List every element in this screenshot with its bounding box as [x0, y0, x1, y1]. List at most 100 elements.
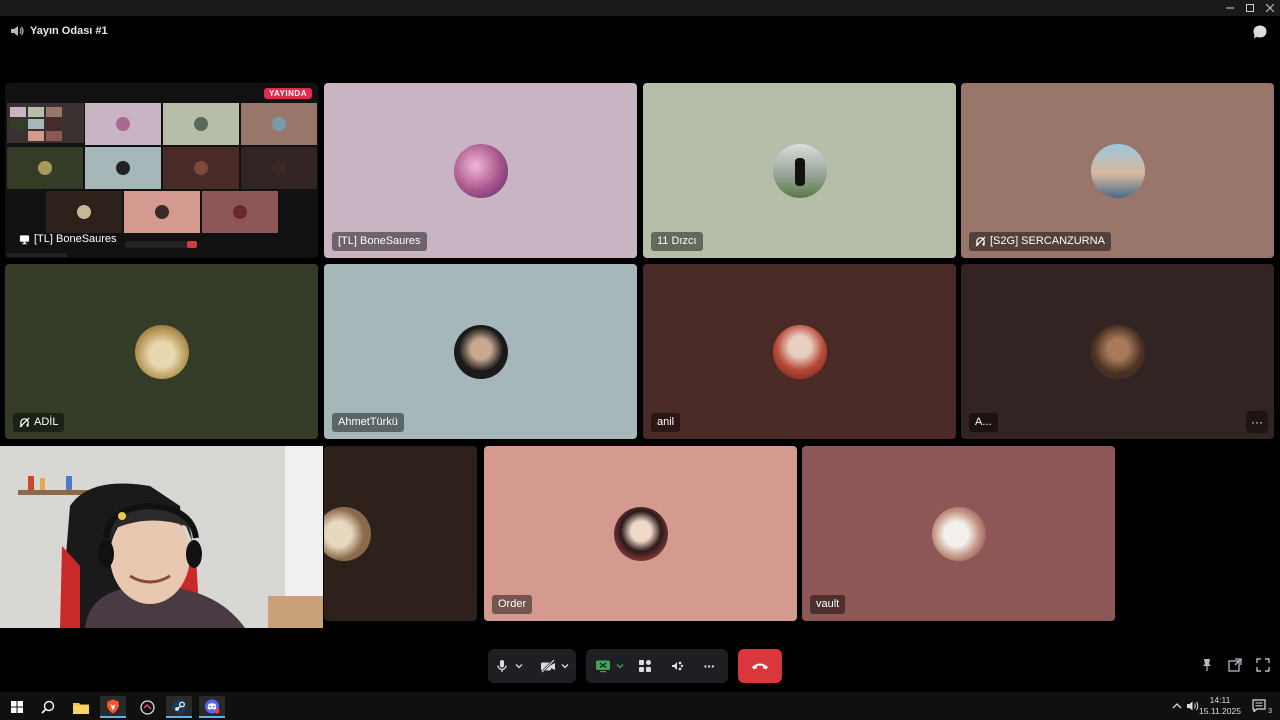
tile-name: ADİL [34, 416, 59, 428]
audio-video-controls [488, 649, 576, 683]
screen-share-icon [596, 660, 610, 673]
window-controls [1220, 0, 1280, 16]
disconnect-button[interactable] [738, 649, 782, 683]
tile-name: vault [816, 598, 840, 610]
pin-icon[interactable] [1200, 658, 1214, 672]
more-icon: ··· [1251, 415, 1263, 429]
camera-options-button[interactable] [559, 655, 571, 677]
avatar [1091, 144, 1145, 198]
avatar [454, 144, 508, 198]
avatar [773, 325, 827, 379]
maximize-button[interactable] [1240, 0, 1260, 16]
tile-label: ADİL [13, 413, 65, 432]
chevron-up-icon[interactable] [1172, 702, 1182, 710]
participant-tile[interactable]: vault [802, 446, 1115, 621]
avatar [135, 325, 189, 379]
tile-label: [TL] BoneSaures [332, 232, 427, 251]
avatar [1091, 325, 1145, 379]
tile-name: [TL] BoneSaures [34, 233, 117, 245]
window-titlebar [0, 0, 1280, 16]
taskbar-steam[interactable] [166, 696, 192, 718]
tile-label: [TL] BoneSaures [13, 230, 123, 249]
notification-center-button[interactable]: 3 [1252, 699, 1272, 715]
screen-share-button[interactable] [592, 655, 614, 677]
chevron-down-icon [616, 664, 624, 669]
deafened-icon [19, 417, 30, 428]
participant-tile[interactable]: 11 Dızcı [643, 83, 956, 258]
hangup-icon [752, 663, 768, 670]
tile-label: A... [969, 413, 998, 432]
taskbar-clock[interactable]: 14:11 15.11.2025 [1198, 695, 1242, 717]
tile-label: anil [651, 413, 681, 432]
taskbar-file-explorer[interactable] [68, 696, 94, 718]
tile-name: anil [657, 416, 675, 428]
windows-start-icon [11, 701, 23, 713]
file-explorer-icon [73, 702, 89, 714]
activities-icon [639, 660, 651, 672]
notification-icon [1252, 699, 1266, 713]
chevron-down-icon [515, 664, 523, 669]
clock-date: 15.11.2025 [1199, 706, 1241, 716]
monitor-icon [19, 235, 30, 245]
participant-tile[interactable]: Order [484, 446, 797, 621]
tile-label: 11 Dızcı [651, 232, 703, 251]
mic-options-button[interactable] [513, 655, 525, 677]
webcam-feed [0, 446, 323, 628]
app-icon [139, 699, 155, 715]
soundboard-icon [672, 661, 684, 671]
participant-tile[interactable]: anil [643, 264, 956, 439]
tile-name: [TL] BoneSaures [338, 235, 421, 247]
stream-tile[interactable]: YAYINDA [TL] BoneSaures [5, 83, 318, 258]
discord-icon [205, 699, 220, 713]
activity-controls: ··· [586, 649, 728, 683]
clock-time: 14:11 [1209, 695, 1231, 705]
screen-share-options-button[interactable] [614, 655, 626, 677]
taskbar-app[interactable] [134, 696, 160, 718]
avatar [324, 507, 371, 561]
participant-tile[interactable]: [TL] BoneSaures [324, 83, 637, 258]
notification-count: 3 [1268, 708, 1272, 715]
popout-icon[interactable] [1228, 658, 1242, 672]
avatar [773, 144, 827, 198]
tile-more-button[interactable]: ··· [1246, 411, 1268, 433]
participant-tile[interactable]: AhmetTürkü [324, 264, 637, 439]
tile-name: A... [975, 416, 992, 428]
chat-bubble-icon[interactable] [1252, 24, 1268, 40]
live-badge: YAYINDA [263, 88, 312, 99]
fullscreen-icon[interactable] [1256, 658, 1270, 672]
tile-name: AhmetTürkü [338, 416, 398, 428]
webcam-overlay[interactable] [0, 446, 323, 628]
taskbar-brave[interactable] [100, 696, 126, 718]
mute-button[interactable] [491, 655, 513, 677]
participant-tile[interactable]: A... ··· [961, 264, 1274, 439]
activities-button[interactable] [634, 655, 656, 677]
tile-label: Order [492, 595, 533, 614]
more-icon: ··· [703, 658, 716, 674]
taskbar-discord[interactable] [199, 696, 225, 718]
tile-name: [S2G] SERCANZURNA [990, 235, 1105, 247]
avatar [932, 507, 986, 561]
participant-tile[interactable]: ADİL [5, 264, 318, 439]
tile-label: [S2G] SERCANZURNA [969, 232, 1111, 251]
tile-label: vault [810, 595, 846, 614]
more-options-button[interactable]: ··· [698, 655, 720, 677]
avatar [454, 325, 508, 379]
participant-tile[interactable] [324, 446, 477, 621]
participant-tile[interactable]: [S2G] SERCANZURNA [961, 83, 1274, 258]
soundboard-button[interactable] [666, 655, 688, 677]
tile-label: AhmetTürkü [332, 413, 404, 432]
view-controls [1200, 658, 1270, 672]
close-button[interactable] [1260, 0, 1280, 16]
microphone-icon [497, 660, 507, 672]
start-button[interactable] [4, 696, 30, 718]
steam-icon [172, 699, 186, 713]
channel-title: Yayın Odası #1 [30, 25, 108, 37]
speaker-icon [11, 26, 24, 36]
camera-button[interactable] [537, 655, 559, 677]
tile-name: 11 Dızcı [657, 235, 697, 247]
deafened-icon [975, 236, 986, 247]
minimize-button[interactable] [1220, 0, 1240, 16]
avatar [614, 507, 668, 561]
channel-header: Yayın Odası #1 [0, 16, 1280, 46]
taskbar-search-button[interactable] [35, 696, 61, 718]
